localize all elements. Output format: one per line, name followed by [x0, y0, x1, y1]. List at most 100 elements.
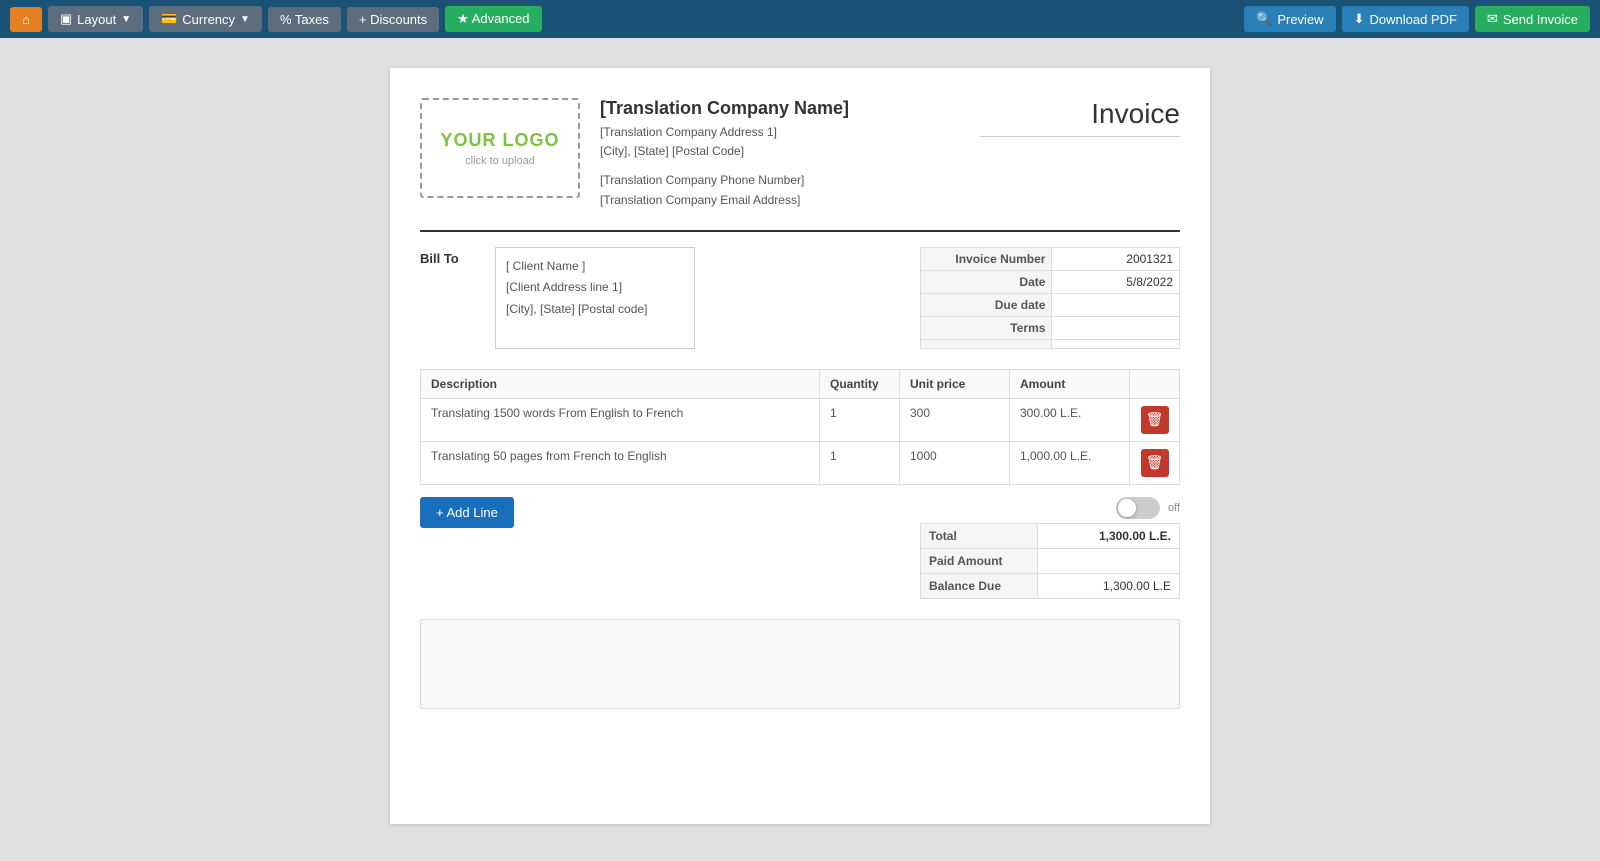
page-background: YOUR LOGO click to upload [Translation C…: [0, 38, 1600, 854]
invoice-due-date-value[interactable]: [1052, 293, 1180, 316]
company-phone[interactable]: [Translation Company Phone Number]: [600, 171, 980, 190]
discounts-label: + Discounts: [359, 12, 427, 27]
total-row: Total 1,300.00 L.E.: [921, 523, 1180, 548]
totals-and-toggle: off Total 1,300.00 L.E. Paid Amount Bala…: [920, 497, 1180, 599]
row-description[interactable]: Translating 1500 words From English to F…: [421, 398, 820, 441]
invoice-number-label: Invoice Number: [921, 247, 1052, 270]
layout-icon: ▣: [60, 11, 72, 27]
balance-due-label: Balance Due: [921, 573, 1038, 598]
preview-icon: 🔍: [1256, 11, 1272, 27]
company-email[interactable]: [Translation Company Email Address]: [600, 191, 980, 210]
client-address2: [City], [State] [Postal code]: [506, 299, 684, 321]
row-unit-price[interactable]: 300: [900, 398, 1010, 441]
row-description[interactable]: Translating 50 pages from French to Engl…: [421, 441, 820, 484]
preview-label: Preview: [1277, 12, 1323, 27]
download-button[interactable]: ⬇ Download PDF: [1342, 6, 1469, 32]
notes-area[interactable]: [420, 619, 1180, 709]
balance-due-row: Balance Due 1,300.00 L.E: [921, 573, 1180, 598]
invoice-extra1-row: [921, 339, 1180, 348]
invoice-title: Invoice: [980, 98, 1180, 137]
delete-row-button[interactable]: 🗑: [1141, 449, 1169, 477]
paid-amount-label: Paid Amount: [921, 548, 1038, 573]
currency-caret: ▼: [240, 14, 250, 25]
table-row: Translating 1500 words From English to F…: [421, 398, 1180, 441]
col-unit-price-header: Unit price: [900, 369, 1010, 398]
total-value: 1,300.00 L.E.: [1037, 523, 1179, 548]
delete-row-button[interactable]: 🗑: [1141, 406, 1169, 434]
advanced-label: ★ Advanced: [457, 11, 529, 27]
currency-button[interactable]: 💳 Currency ▼: [149, 6, 262, 32]
row-amount: 300.00 L.E.: [1010, 398, 1130, 441]
invoice-extra1-label: [921, 339, 1052, 348]
send-invoice-label: Send Invoice: [1503, 12, 1578, 27]
paid-amount-value[interactable]: [1037, 548, 1179, 573]
company-address2[interactable]: [City], [State] [Postal Code]: [600, 142, 980, 161]
invoice-header: YOUR LOGO click to upload [Translation C…: [420, 98, 1180, 210]
row-quantity[interactable]: 1: [820, 441, 900, 484]
balance-due-value: 1,300.00 L.E: [1037, 573, 1179, 598]
col-amount-header: Amount: [1010, 369, 1130, 398]
invoice-due-date-row: Due date: [921, 293, 1180, 316]
toggle-area: off: [1116, 497, 1180, 519]
total-label: Total: [921, 523, 1038, 548]
invoice-date-row: Date 5/8/2022: [921, 270, 1180, 293]
toolbar: ⌂ ▣ Layout ▼ 💳 Currency ▼ % Taxes + Disc…: [0, 0, 1600, 38]
invoice-terms-row: Terms: [921, 316, 1180, 339]
layout-caret: ▼: [121, 14, 131, 25]
invoice-title-area: Invoice: [980, 98, 1180, 137]
download-icon: ⬇: [1354, 11, 1365, 27]
col-description-header: Description: [421, 369, 820, 398]
items-table-header: Description Quantity Unit price Amount: [421, 369, 1180, 398]
toggle-switch[interactable]: [1116, 497, 1160, 519]
taxes-label: % Taxes: [280, 12, 329, 27]
discounts-button[interactable]: + Discounts: [347, 7, 439, 32]
company-address1[interactable]: [Translation Company Address 1]: [600, 123, 980, 142]
bill-to-fields[interactable]: [ Client Name ] [Client Address line 1] …: [495, 247, 695, 349]
advanced-button[interactable]: ★ Advanced: [445, 6, 541, 32]
row-quantity[interactable]: 1: [820, 398, 900, 441]
company-name[interactable]: [Translation Company Name]: [600, 98, 980, 119]
row-unit-price[interactable]: 1000: [900, 441, 1010, 484]
invoice-terms-label: Terms: [921, 316, 1052, 339]
invoice-card: YOUR LOGO click to upload [Translation C…: [390, 68, 1210, 824]
invoice-number-value[interactable]: 2001321: [1052, 247, 1180, 270]
send-invoice-button[interactable]: ✉ Send Invoice: [1475, 6, 1590, 32]
row-action: 🗑: [1130, 398, 1180, 441]
items-header-row: Description Quantity Unit price Amount: [421, 369, 1180, 398]
company-info: [Translation Company Name] [Translation …: [580, 98, 980, 210]
preview-button[interactable]: 🔍 Preview: [1244, 6, 1335, 32]
header-divider: [420, 230, 1180, 232]
currency-icon: 💳: [161, 11, 177, 27]
table-row: Translating 50 pages from French to Engl…: [421, 441, 1180, 484]
invoice-date-label: Date: [921, 270, 1052, 293]
home-button[interactable]: ⌂: [10, 7, 42, 32]
invoice-details-table: Invoice Number 2001321 Date 5/8/2022 Due…: [920, 247, 1180, 349]
logo-text: YOUR LOGO: [440, 130, 559, 151]
layout-label: Layout: [77, 12, 116, 27]
add-line-label: + Add Line: [436, 505, 498, 520]
items-table: Description Quantity Unit price Amount T…: [420, 369, 1180, 485]
taxes-button[interactable]: % Taxes: [268, 7, 341, 32]
currency-label: Currency: [182, 12, 235, 27]
add-line-button[interactable]: + Add Line: [420, 497, 514, 528]
totals-table: Total 1,300.00 L.E. Paid Amount Balance …: [920, 523, 1180, 599]
invoice-number-row: Invoice Number 2001321: [921, 247, 1180, 270]
invoice-date-value[interactable]: 5/8/2022: [1052, 270, 1180, 293]
logo-subtext: click to upload: [465, 155, 535, 167]
toggle-label: off: [1168, 502, 1180, 514]
paid-amount-row: Paid Amount: [921, 548, 1180, 573]
layout-button[interactable]: ▣ Layout ▼: [48, 6, 143, 32]
col-quantity-header: Quantity: [820, 369, 900, 398]
toggle-knob: [1118, 499, 1136, 517]
client-address1: [Client Address line 1]: [506, 277, 684, 299]
bill-to-block: Bill To [ Client Name ] [Client Address …: [420, 247, 695, 349]
invoice-terms-value[interactable]: [1052, 316, 1180, 339]
toolbar-right: 🔍 Preview ⬇ Download PDF ✉ Send Invoice: [1244, 6, 1590, 32]
row-action: 🗑: [1130, 441, 1180, 484]
billing-section: Bill To [ Client Name ] [Client Address …: [420, 247, 1180, 349]
invoice-extra1-value[interactable]: [1052, 339, 1180, 348]
row-amount: 1,000.00 L.E.: [1010, 441, 1130, 484]
col-action-header: [1130, 369, 1180, 398]
bill-to-label: Bill To: [420, 247, 480, 349]
logo-upload-area[interactable]: YOUR LOGO click to upload: [420, 98, 580, 198]
